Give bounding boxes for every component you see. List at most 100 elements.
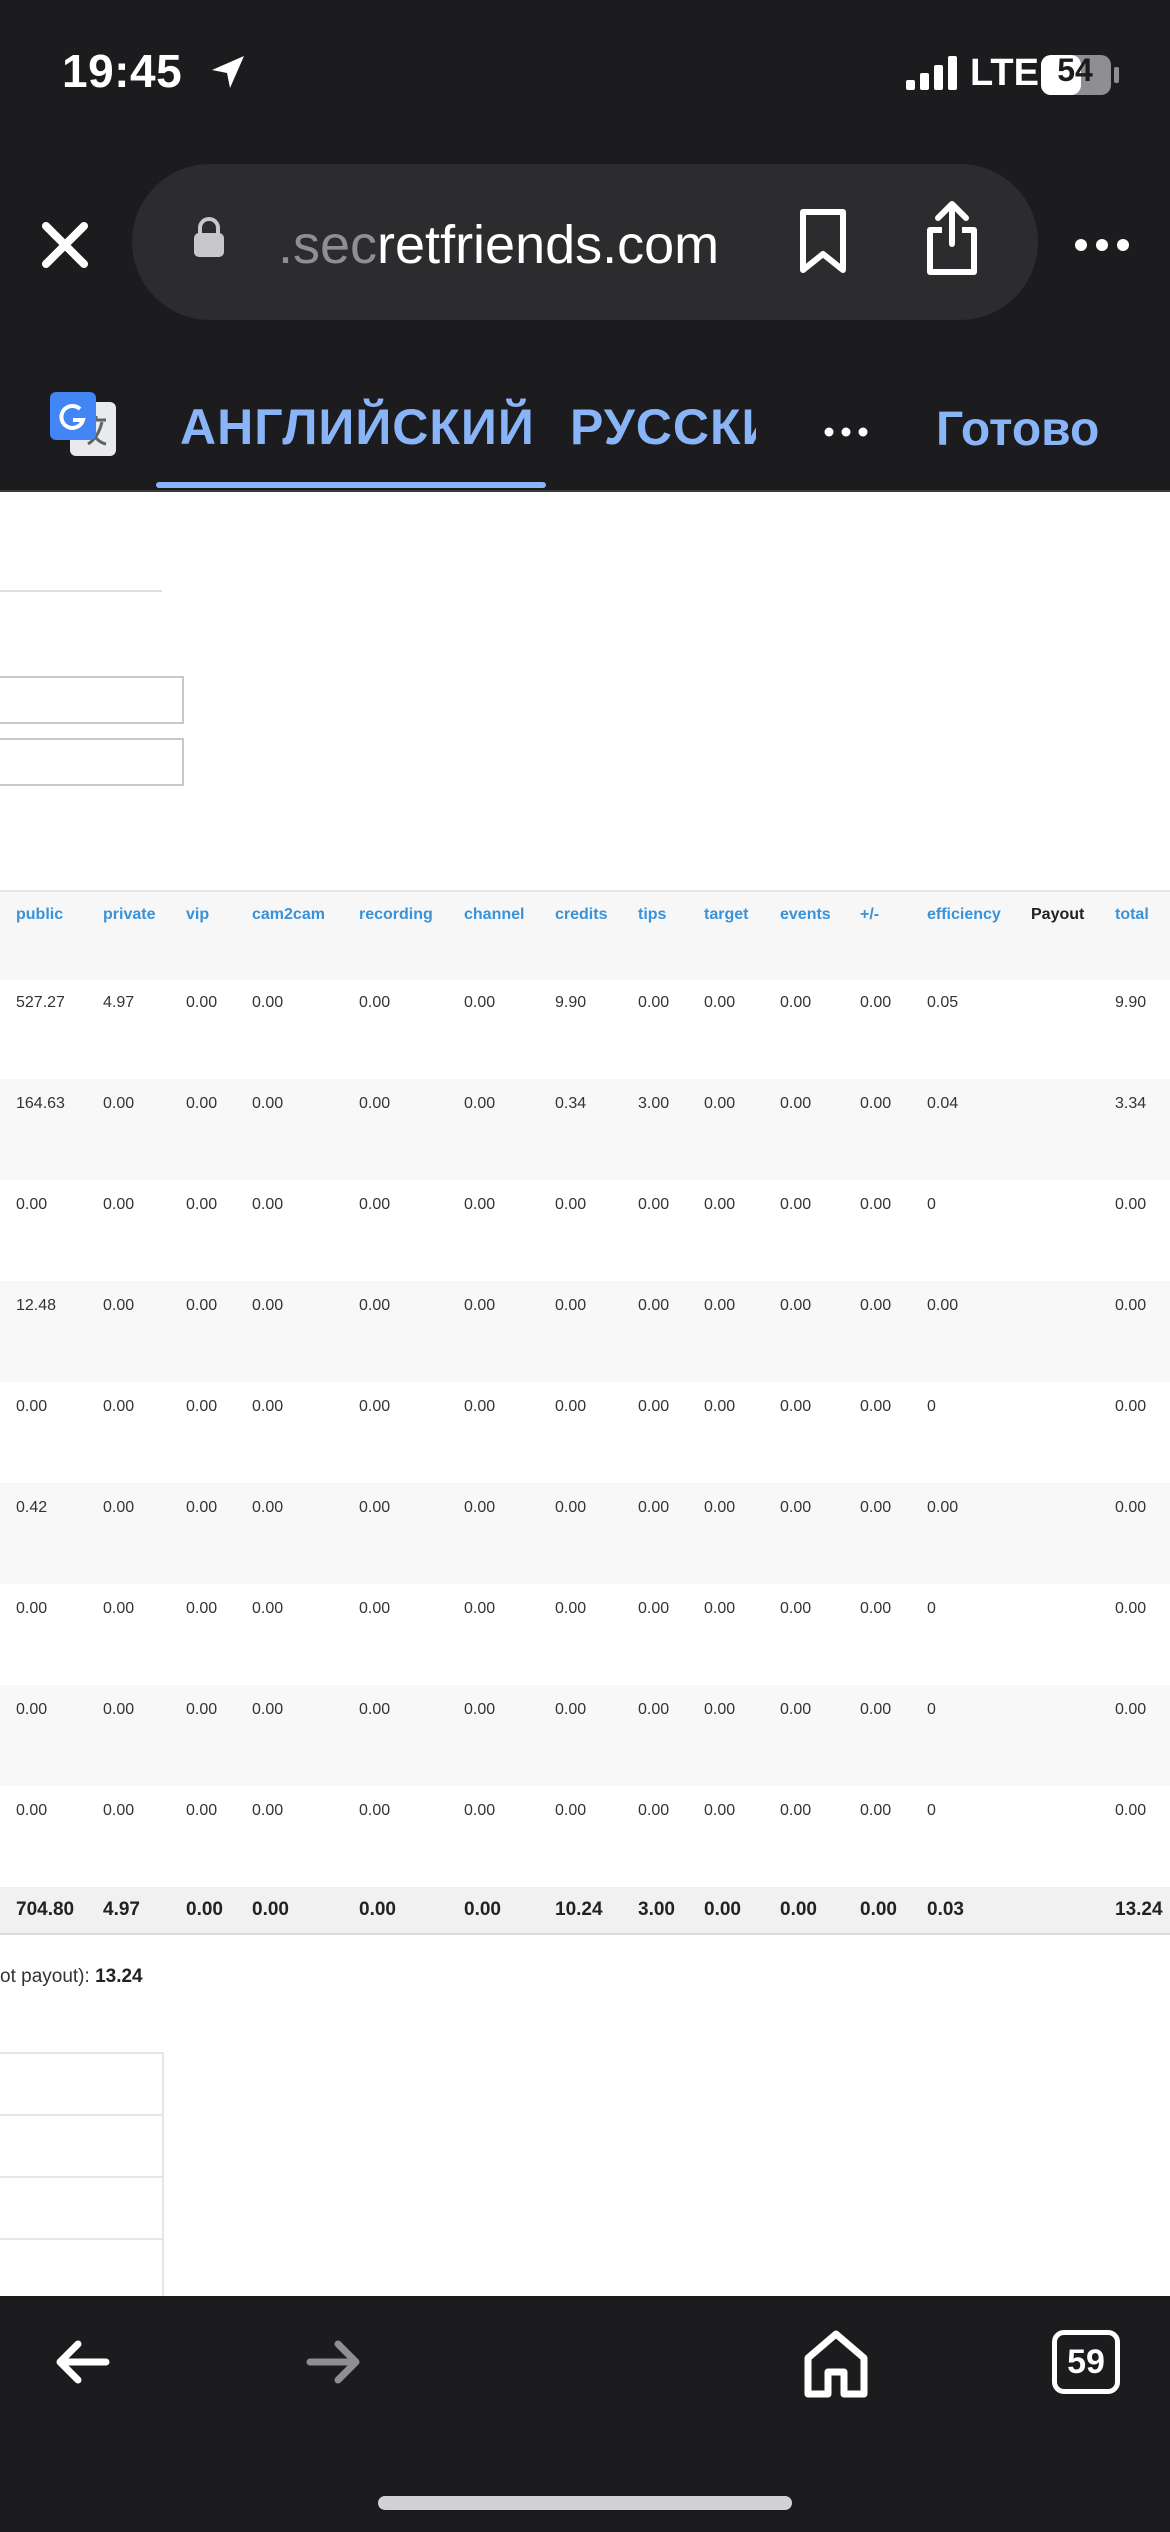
cell-plus-minus: 0.00 — [860, 1095, 892, 1112]
total-tips: 3.00 — [638, 1899, 675, 1920]
cell-efficiency: 0 — [927, 1600, 936, 1617]
total-events: 0.00 — [780, 1899, 817, 1920]
filter-input-1[interactable] — [0, 676, 184, 724]
cell-total: 0.00 — [1115, 1701, 1147, 1718]
cell-public: 0.00 — [16, 1398, 48, 1415]
cell-recording: 0.00 — [359, 1095, 391, 1112]
table-row: 527.27 4.97 0.00 0.00 0.00 0.00 9.90 0.00 0.00 0.… — [0, 978, 1170, 1079]
header-total[interactable]: total — [1115, 906, 1149, 924]
header-plus-minus[interactable]: +/- — [860, 906, 879, 924]
total-recording: 0.00 — [359, 1899, 396, 1920]
cell-efficiency: 0 — [927, 1802, 936, 1819]
header-events[interactable]: events — [780, 906, 831, 924]
share-icon[interactable] — [924, 200, 980, 281]
cell-efficiency: 0.00 — [927, 1297, 959, 1314]
cell-cam2cam: 0.00 — [252, 1095, 284, 1112]
cell-private: 0.00 — [103, 1499, 135, 1516]
done-button[interactable]: Готово — [936, 402, 1099, 457]
cell-events: 0.00 — [780, 1196, 812, 1213]
browser-toolbar: .secretfriends.com — [0, 150, 1170, 342]
header-credits[interactable]: credits — [555, 906, 607, 924]
cell-plus-minus: 0.00 — [860, 1802, 892, 1819]
total-private: 4.97 — [103, 1899, 140, 1920]
cell-events: 0.00 — [780, 1701, 812, 1718]
cell-cam2cam: 0.00 — [252, 1499, 284, 1516]
table-row: 12.48 0.00 0.00 0.00 0.00 0.00 0.00 0.00 0.00 0.0… — [0, 1281, 1170, 1382]
header-tips[interactable]: tips — [638, 906, 666, 924]
cell-efficiency: 0 — [927, 1196, 936, 1213]
cell-target: 0.00 — [704, 1701, 736, 1718]
cell-private: 0.00 — [103, 1196, 135, 1213]
home-indicator[interactable] — [378, 2496, 792, 2510]
cell-tips: 0.00 — [638, 1297, 670, 1314]
header-recording[interactable]: recording — [359, 906, 433, 924]
location-arrow-icon — [208, 52, 248, 97]
table-row — [0, 2178, 162, 2240]
cell-private: 4.97 — [103, 994, 135, 1011]
cell-total: 0.00 — [1115, 1600, 1147, 1617]
url-domain: retfriends.com — [377, 215, 720, 275]
tab-source-language[interactable]: АНГЛИЙСКИЙ — [180, 398, 535, 456]
table-row: 0.00 0.00 0.00 0.00 0.00 0.00 0.00 0.00 0.00 0.00… — [0, 1180, 1170, 1281]
divider — [0, 590, 162, 592]
cell-target: 0.00 — [704, 1499, 736, 1516]
header-public[interactable]: public — [16, 906, 63, 924]
address-bar[interactable]: .secretfriends.com — [132, 164, 1038, 320]
cell-cam2cam: 0.00 — [252, 1196, 284, 1213]
cell-recording: 0.00 — [359, 1600, 391, 1617]
page-content: public private vip cam2cam recording cha… — [0, 492, 1170, 2296]
cell-credits: 0.00 — [555, 1297, 587, 1314]
bookmark-icon[interactable] — [798, 208, 848, 279]
total-credits: 10.24 — [555, 1899, 603, 1920]
cell-cam2cam: 0.00 — [252, 1297, 284, 1314]
header-private[interactable]: private — [103, 906, 155, 924]
battery-level: 54 — [1057, 52, 1093, 88]
cell-channel: 0.00 — [464, 1196, 496, 1213]
tab-count-button[interactable]: 59 — [1052, 2330, 1120, 2394]
cell-credits: 0.00 — [555, 1499, 587, 1516]
cell-tips: 0.00 — [638, 1600, 670, 1617]
cell-plus-minus: 0.00 — [860, 1499, 892, 1516]
cell-credits: 0.00 — [555, 1600, 587, 1617]
cell-efficiency: 0.05 — [927, 994, 959, 1011]
more-options-icon[interactable] — [1074, 238, 1130, 257]
cell-tips: 0.00 — [638, 1701, 670, 1718]
home-icon[interactable] — [800, 2328, 872, 2405]
cell-tips: 0.00 — [638, 1802, 670, 1819]
cell-channel: 0.00 — [464, 1297, 496, 1314]
filter-input-2[interactable] — [0, 738, 184, 786]
cell-events: 0.00 — [780, 1600, 812, 1617]
header-channel[interactable]: channel — [464, 906, 524, 924]
cell-vip: 0.00 — [186, 1600, 218, 1617]
cell-recording: 0.00 — [359, 1398, 391, 1415]
table-row — [0, 2116, 162, 2178]
cell-events: 0.00 — [780, 1095, 812, 1112]
table-row: 0.00 0.00 0.00 0.00 0.00 0.00 0.00 0.00 0.00 0.00… — [0, 1584, 1170, 1685]
cell-efficiency: 0 — [927, 1398, 936, 1415]
cell-plus-minus: 0.00 — [860, 1701, 892, 1718]
cell-public: 0.00 — [16, 1600, 48, 1617]
cell-vip: 0.00 — [186, 1297, 218, 1314]
table-totals-row: 704.80 4.97 0.00 0.00 0.00 0.00 10.24 3.00 0.00 0… — [0, 1887, 1170, 1935]
total-total: 13.24 — [1115, 1899, 1163, 1920]
cell-cam2cam: 0.00 — [252, 1398, 284, 1415]
cell-tips: 3.00 — [638, 1095, 670, 1112]
header-cam2cam[interactable]: cam2cam — [252, 906, 325, 924]
cell-private: 0.00 — [103, 1802, 135, 1819]
forward-arrow-icon[interactable] — [306, 2340, 362, 2389]
cell-events: 0.00 — [780, 1297, 812, 1314]
cell-tips: 0.00 — [638, 1398, 670, 1415]
translate-more-icon[interactable] — [824, 424, 868, 442]
tab-target-language[interactable]: РУССКИЙ — [570, 398, 756, 456]
table-row: 0.00 0.00 0.00 0.00 0.00 0.00 0.00 0.00 0.00 0.00… — [0, 1786, 1170, 1887]
cell-public: 164.63 — [16, 1095, 65, 1112]
total-payout-note: ot payout): 13.24 — [0, 1966, 143, 1988]
close-icon[interactable] — [40, 220, 90, 275]
cell-channel: 0.00 — [464, 1095, 496, 1112]
header-efficiency[interactable]: efficiency — [927, 906, 1001, 924]
cell-credits: 0.00 — [555, 1398, 587, 1415]
back-arrow-icon[interactable] — [54, 2340, 110, 2389]
header-vip[interactable]: vip — [186, 906, 209, 924]
header-target[interactable]: target — [704, 906, 748, 924]
cell-plus-minus: 0.00 — [860, 1297, 892, 1314]
